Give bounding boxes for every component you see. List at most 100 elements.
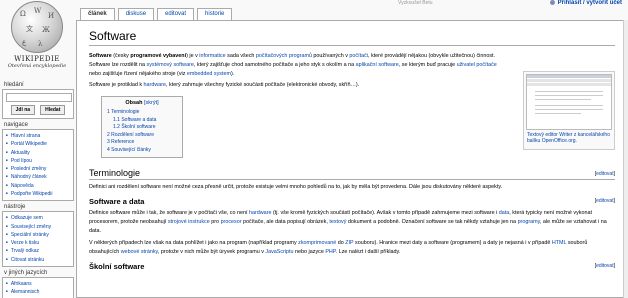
- logo-title: Wikipedie: [14, 55, 60, 63]
- text-run: , který zahrnuje všechny fyzické součást…: [166, 82, 360, 88]
- sidebar: hledání Jdi na Hledat navigace Hlavní st…: [0, 80, 76, 298]
- toc-toggle[interactable]: [skrýt]: [144, 100, 159, 106]
- toc-item[interactable]: 3 Reference: [107, 139, 177, 147]
- text-run: ).: [230, 71, 235, 77]
- sidebar-nav-item[interactable]: Aktuality: [6, 149, 70, 157]
- toc-item[interactable]: 4 Související články: [107, 147, 177, 155]
- inline-link[interactable]: HTML: [552, 240, 566, 246]
- section-title: Terminologie: [89, 168, 141, 178]
- inline-link[interactable]: počítači: [349, 53, 368, 59]
- inline-link[interactable]: ZIP: [345, 240, 353, 246]
- text-run: sada všech: [225, 53, 256, 59]
- text-run: Software: [89, 53, 112, 59]
- article-content: Software Textový editor Writer z kancelá…: [76, 20, 626, 298]
- inline-link[interactable]: strojové instrukce: [168, 219, 210, 225]
- inline-link[interactable]: embedded system: [187, 71, 231, 77]
- text-run: programové vybavení: [130, 53, 187, 59]
- login-link[interactable]: Přihlásit / vytvořit účet: [549, 0, 622, 6]
- user-icon: [549, 0, 555, 5]
- inline-link[interactable]: hardware: [144, 82, 166, 88]
- inline-link[interactable]: aplikační software: [356, 62, 399, 68]
- text-run: V některých případech lze však na data p…: [89, 240, 299, 246]
- inline-link[interactable]: programy: [518, 219, 540, 225]
- tab-1[interactable]: diskuse: [117, 8, 155, 20]
- sidebar-nav-item[interactable]: Pod lípou: [6, 157, 70, 165]
- sidebar-nav-item[interactable]: Portál Wikipedie: [6, 140, 70, 148]
- tools-title: nástroje: [4, 204, 26, 211]
- inline-link[interactable]: uživatel počítače: [457, 62, 497, 68]
- toc-item[interactable]: 1.1 Software a data: [107, 117, 177, 125]
- sidebar-nav-item[interactable]: Hlavní strana: [6, 132, 70, 140]
- tab-2[interactable]: editovat: [157, 8, 195, 20]
- writer-screenshot-image[interactable]: [526, 74, 612, 130]
- search-button[interactable]: Hledat: [40, 105, 66, 115]
- search-portlet: Jdi na Hledat: [2, 89, 74, 119]
- toc-title: Obsah: [125, 100, 143, 106]
- inline-link[interactable]: zkomprimované: [298, 240, 336, 246]
- inline-link[interactable]: procesor: [221, 219, 242, 225]
- inline-link[interactable]: data: [499, 210, 510, 216]
- inline-link[interactable]: PHP: [325, 249, 335, 255]
- text-run: , se kterým buď pracuje: [398, 62, 457, 68]
- go-button[interactable]: Jdi na: [10, 105, 36, 115]
- edit-section-link[interactable]: [editovat]: [595, 171, 615, 177]
- section-heading-terminologie: Terminologie [editovat]: [89, 168, 615, 180]
- section-title: Školní software: [89, 262, 145, 271]
- logo-subtitle: Otevřená encyklopedie: [7, 63, 67, 69]
- page-title: Software: [89, 29, 615, 46]
- toc-item[interactable]: 2 Rozdělení software: [107, 132, 177, 140]
- vertical-scrollbar[interactable]: [623, 20, 628, 298]
- inline-link[interactable]: informatice: [199, 53, 225, 59]
- sidebar-language-item[interactable]: Afrikaans: [6, 280, 70, 288]
- text-run: nebo jazyce: [293, 249, 326, 255]
- toc-item[interactable]: 1 Terminologie: [107, 109, 177, 117]
- table-of-contents: Obsah [skrýt] 1 Terminologie 1.1 Software…: [101, 96, 183, 158]
- text-run: . Lze nalézt i další příklady.: [335, 249, 401, 255]
- text-run: Definice software může i tak, že softwar…: [89, 210, 249, 216]
- section-heading-skolni-software: Školní software [editovat]: [89, 262, 615, 271]
- search-input[interactable]: [6, 93, 72, 102]
- beta-link[interactable]: Vyzkoušet Betu: [398, 0, 433, 6]
- sidebar-tool-item[interactable]: Související změny: [6, 223, 70, 231]
- sidebar-tool-item[interactable]: Trvalý odkaz: [6, 247, 70, 255]
- thumbnail-caption: Textový editor Writer z kancelářského ba…: [527, 132, 610, 145]
- sidebar-tool-item[interactable]: Odkazuje sem: [6, 214, 70, 222]
- edit-section-link[interactable]: [editovat]: [595, 198, 615, 204]
- text-run: do: [336, 240, 346, 246]
- inline-link[interactable]: JavaScriptu: [265, 249, 293, 255]
- text-run: dokument a podobně. Označení software se…: [346, 219, 518, 225]
- toc-item[interactable]: 1.2 Školní software: [107, 124, 177, 132]
- site-logo[interactable]: Ω W И 文 Ж ع λ Wikipedie Otevřená encyklo…: [2, 0, 72, 80]
- navigation-portlet: Hlavní stranaPortál WikipedieAktualityPo…: [2, 129, 74, 202]
- languages-portlet: AfrikaansAlemannisch: [2, 276, 74, 298]
- sidebar-tool-item[interactable]: Speciální stránky: [6, 231, 70, 239]
- section-paragraph: Definice software může i tak, že softwar…: [89, 209, 615, 236]
- inline-link[interactable]: systémový software: [147, 62, 194, 68]
- sidebar-language-item[interactable]: Alemannisch: [6, 288, 70, 296]
- section-heading-software-a-data: Software a data [editovat]: [89, 197, 615, 206]
- page-tabs: článek diskuse editovat historie: [80, 8, 233, 21]
- sidebar-nav-item[interactable]: Poslední změny: [6, 165, 70, 173]
- inline-link[interactable]: webové stránky: [121, 249, 158, 255]
- sidebar-nav-item[interactable]: Nápověda: [6, 182, 70, 190]
- login-label[interactable]: Přihlásit / vytvořit účet: [558, 0, 622, 6]
- text-run: počítače, ale data popisují obrázek,: [241, 219, 330, 225]
- sidebar-nav-item[interactable]: Podpořte Wikipedii: [6, 190, 70, 198]
- text-run: Software je protiklad k: [89, 82, 144, 88]
- text-run: , který zajišťuje chod samotného počítač…: [193, 62, 356, 68]
- inline-link[interactable]: textový: [329, 219, 346, 225]
- edit-section-link[interactable]: [editovat]: [595, 263, 615, 269]
- text-run: nebo zajišťuje řízení nějakého stroje (v…: [89, 71, 187, 77]
- intro-paragraph-2: Software je protiklad k hardware, který …: [89, 81, 509, 90]
- intro-paragraph-1: Software (česky programové vybavení) je …: [89, 52, 509, 79]
- text-run: (tj. vše kromě fyzických součástí počíta…: [271, 210, 499, 216]
- sidebar-tool-item[interactable]: Citovat stránku: [6, 256, 70, 264]
- puzzle-globe-icon: Ω W И 文 Ж ع λ: [11, 1, 63, 53]
- tab-3[interactable]: historie: [197, 8, 233, 20]
- sidebar-tool-item[interactable]: Verze k tisku: [6, 239, 70, 247]
- languages-title: v jiných jazycích: [4, 269, 48, 276]
- inline-link[interactable]: hardware: [249, 210, 271, 216]
- sidebar-nav-item[interactable]: Náhodný článek: [6, 173, 70, 181]
- inline-link[interactable]: počítačových programů: [256, 53, 312, 59]
- section-paragraph: V některých případech lze však na data p…: [89, 239, 615, 257]
